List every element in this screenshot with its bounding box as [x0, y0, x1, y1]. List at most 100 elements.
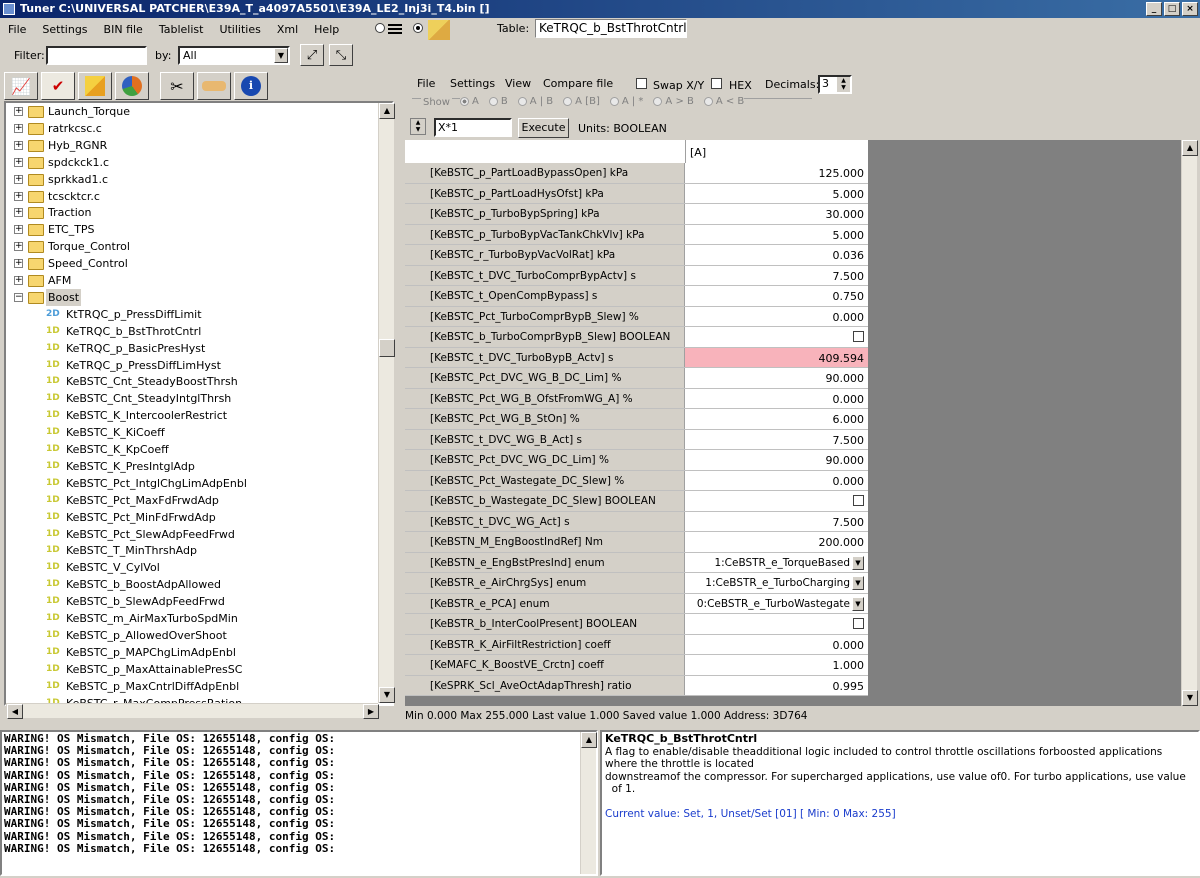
checkbox[interactable]: [853, 331, 864, 342]
table-row[interactable]: [KeBSTR_e_AirChrgSys] enum 1:CeBSTR_e_Tur…: [405, 573, 868, 594]
scroll-right-button[interactable]: ▶: [363, 704, 379, 719]
expand-icon[interactable]: +: [14, 107, 23, 116]
row-value[interactable]: 0.036: [685, 245, 868, 265]
row-value[interactable]: [685, 614, 868, 634]
hex-checkbox[interactable]: [711, 78, 722, 89]
log-scroll-up[interactable]: ▲: [581, 732, 597, 748]
tree-item[interactable]: 1D KeBSTC_K_KiCoeff: [6, 424, 376, 441]
grid-scroll-up[interactable]: ▲: [1182, 140, 1198, 156]
table-row[interactable]: [KeMAFC_K_BoostVE_Crctn] coeff 1.000: [405, 655, 868, 676]
patch-button[interactable]: [197, 72, 231, 100]
table-row[interactable]: [KeBSTC_t_DVC_WG_B_Act] s 7.500: [405, 429, 868, 450]
show-option[interactable]: A | B: [517, 96, 553, 107]
editor-menu-view[interactable]: View: [505, 77, 531, 90]
row-value[interactable]: [685, 491, 868, 511]
tree-item[interactable]: 1D KeTRQC_p_BasicPresHyst: [6, 340, 376, 357]
tree-hscrollbar[interactable]: ◀ ▶: [6, 703, 379, 719]
tree-group[interactable]: − Boost: [6, 288, 376, 306]
tree-group[interactable]: + sprkkad1.c: [6, 171, 376, 188]
expand-icon[interactable]: +: [14, 157, 23, 167]
scroll-thumb[interactable]: [379, 339, 395, 357]
chevron-down-icon[interactable]: ▼: [852, 576, 864, 590]
chevron-down-icon[interactable]: ▼: [852, 596, 864, 611]
table-grid[interactable]: [A] [KeBSTC_p_PartLoadBypassOpen] kPa 125…: [405, 140, 1181, 698]
expand-icon[interactable]: +: [14, 174, 23, 184]
tools-button[interactable]: ✂: [160, 72, 194, 100]
filter-input[interactable]: [46, 46, 147, 65]
tree-item[interactable]: 1D KeTRQC_b_BstThrotCntrl: [6, 323, 376, 340]
tree-group[interactable]: + Torque_Control: [6, 238, 376, 255]
row-value[interactable]: 7.500: [685, 266, 868, 286]
table-row[interactable]: [KeBSTC_Pct_Wastegate_DC_Slew] % 0.000: [405, 470, 868, 491]
expr-spinner[interactable]: ▲ ▼: [410, 118, 426, 135]
table-row[interactable]: [KeBSTC_p_PartLoadBypassOpen] kPa 125.000: [405, 163, 868, 184]
tree-item[interactable]: 1D KeBSTC_m_AirMaxTurboSpdMin: [6, 610, 376, 627]
tree-item[interactable]: 1D KeBSTC_b_BoostAdpAllowed: [6, 576, 376, 593]
tree-item[interactable]: 1D KeBSTC_K_KpCoeff: [6, 441, 376, 458]
row-value[interactable]: 125.000: [685, 163, 868, 183]
tree-group[interactable]: + Speed_Control: [6, 255, 376, 272]
tree-item[interactable]: 1D KeBSTC_p_MaxAttainablePresSC: [6, 661, 376, 678]
expand-icon[interactable]: +: [14, 242, 23, 252]
expand-icon[interactable]: +: [14, 123, 23, 133]
expand-icon[interactable]: +: [14, 259, 23, 269]
tree-item[interactable]: 1D KeBSTC_Pct_MaxFdFrwdAdp: [6, 492, 376, 509]
table-row[interactable]: [KeBSTN_M_EngBoostIndRef] Nm 200.000: [405, 532, 868, 553]
tree-scrollbar[interactable]: ▲ ▼: [378, 103, 395, 703]
tree-group[interactable]: + ratrkcsc.c: [6, 120, 376, 137]
info-button[interactable]: i: [234, 72, 268, 100]
show-option[interactable]: A: [460, 96, 479, 107]
tree-item[interactable]: 1D KeTRQC_p_PressDiffLimHyst: [6, 357, 376, 374]
table-row[interactable]: [KeBSTC_b_TurboComprBypB_Slew] BOOLEAN: [405, 327, 868, 348]
row-value[interactable]: 90.000: [685, 368, 868, 388]
table-row[interactable]: [KeBSTR_b_InterCoolPresent] BOOLEAN: [405, 614, 868, 635]
filter-by-select[interactable]: All ▼: [178, 46, 290, 65]
row-value[interactable]: 30.000: [685, 204, 868, 224]
log-scrollbar[interactable]: ▲: [580, 732, 597, 874]
row-value[interactable]: 1:CeBSTR_e_TurboCharging ▼: [685, 573, 868, 593]
tree-item[interactable]: 1D KeBSTC_Pct_IntglChgLimAdpEnbl: [6, 475, 376, 492]
tree-item[interactable]: 1D KeBSTC_K_PresIntglAdp: [6, 458, 376, 475]
minimize-button[interactable]: _: [1146, 2, 1162, 16]
tree-item[interactable]: 1D KeBSTC_p_MAPChgLimAdpEnbl: [6, 644, 376, 661]
table-row[interactable]: [KeBSTC_t_OpenCompBypass] s 0.750: [405, 286, 868, 307]
table-row[interactable]: [KeBSTC_Pct_DVC_WG_B_DC_Lim] % 90.000: [405, 368, 868, 389]
tree-group[interactable]: + Launch_Torque: [6, 103, 376, 120]
row-value[interactable]: 90.000: [685, 450, 868, 470]
editor-menu-compare[interactable]: Compare file: [543, 77, 613, 90]
expand-icon[interactable]: +: [14, 225, 23, 235]
expand-all-button[interactable]: ⤢: [300, 44, 324, 66]
table-row[interactable]: [KeBSTN_e_EngBstPresInd] enum 1:CeBSTR_e_…: [405, 552, 868, 573]
tree-item[interactable]: 1D KeBSTC_p_MaxCntrlDiffAdpEnbl: [6, 678, 376, 695]
row-value[interactable]: 5.000: [685, 225, 868, 245]
menu-utilities[interactable]: Utilities: [211, 23, 268, 36]
editor-menu-file[interactable]: File: [417, 77, 435, 90]
list-view-radio[interactable]: [375, 23, 385, 33]
row-value[interactable]: 0.000: [685, 471, 868, 491]
tree-item[interactable]: 1D KeBSTC_b_SlewAdpFeedFrwd: [6, 593, 376, 610]
show-option[interactable]: A | *: [609, 96, 643, 107]
scroll-up-button[interactable]: ▲: [379, 103, 395, 119]
row-value[interactable]: 0.750: [685, 286, 868, 306]
tree-item[interactable]: 1D KeBSTC_K_IntercoolerRestrict: [6, 407, 376, 424]
tree-group[interactable]: + Hyb_RGNR: [6, 137, 376, 154]
grid-scrollbar[interactable]: ▲ ▼: [1181, 140, 1198, 706]
tree-item[interactable]: 1D KeBSTC_Cnt_SteadyIntglThrsh: [6, 390, 376, 407]
menu-file[interactable]: File: [0, 23, 34, 36]
tree-item[interactable]: 2D KtTRQC_p_PressDiffLimit: [6, 306, 376, 323]
pie-tool-button[interactable]: [115, 72, 149, 100]
chevron-down-icon[interactable]: ▼: [852, 555, 864, 570]
show-option[interactable]: A < B: [703, 96, 744, 107]
scroll-down-button[interactable]: ▼: [379, 687, 395, 703]
row-value[interactable]: 200.000: [685, 532, 868, 552]
table-row[interactable]: [KeBSTC_Pct_TurboComprBypB_Slew] % 0.000: [405, 306, 868, 327]
edit-tool-button[interactable]: ✔: [41, 72, 75, 100]
tree-item[interactable]: 1D KeBSTC_Pct_MinFdFrwdAdp: [6, 509, 376, 526]
collapse-all-button[interactable]: ⤡: [329, 44, 353, 66]
tile-tool-button[interactable]: [78, 72, 112, 100]
maximize-button[interactable]: □: [1164, 2, 1180, 16]
expression-input[interactable]: X*1: [434, 118, 512, 137]
table-row[interactable]: [KeBSTC_Pct_DVC_WG_DC_Lim] % 90.000: [405, 450, 868, 471]
tree-item[interactable]: 1D KeBSTC_Cnt_SteadyBoostThrsh: [6, 373, 376, 390]
row-value[interactable]: 0:CeBSTR_e_TurboWastegate ▼: [685, 594, 868, 614]
